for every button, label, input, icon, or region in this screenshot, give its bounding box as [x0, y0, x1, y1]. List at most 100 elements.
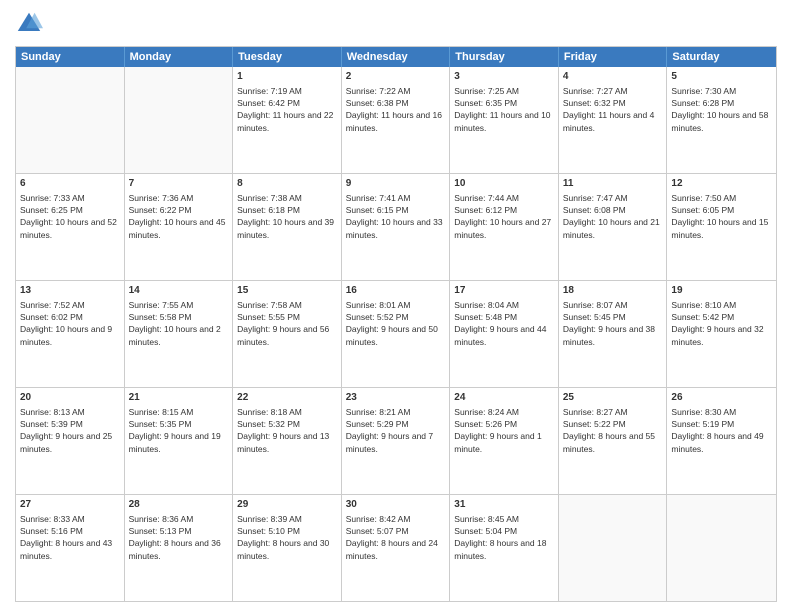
- cal-cell: 31 Sunrise: 8:45 AM Sunset: 5:04 PM Dayli…: [450, 495, 559, 601]
- cal-cell: [559, 495, 668, 601]
- cal-cell: 27 Sunrise: 8:33 AM Sunset: 5:16 PM Dayli…: [16, 495, 125, 601]
- sun-info: Sunrise: 8:01 AM Sunset: 5:52 PM Dayligh…: [346, 300, 438, 347]
- sun-info: Sunrise: 8:24 AM Sunset: 5:26 PM Dayligh…: [454, 407, 541, 454]
- sun-info: Sunrise: 7:22 AM Sunset: 6:38 PM Dayligh…: [346, 86, 442, 133]
- cal-cell: 3 Sunrise: 7:25 AM Sunset: 6:35 PM Daylig…: [450, 67, 559, 173]
- day-number: 19: [671, 284, 772, 298]
- calendar-header: SundayMondayTuesdayWednesdayThursdayFrid…: [16, 47, 776, 67]
- day-number: 13: [20, 284, 120, 298]
- cal-cell: 12Sunrise: 7:50 AM Sunset: 6:05 PM Dayli…: [667, 174, 776, 280]
- cal-cell: 28Sunrise: 8:36 AM Sunset: 5:13 PM Dayli…: [125, 495, 234, 601]
- day-number: 20: [20, 391, 120, 405]
- day-number: 22: [237, 391, 337, 405]
- day-number: 21: [129, 391, 229, 405]
- sun-info: Sunrise: 8:42 AM Sunset: 5:07 PM Dayligh…: [346, 514, 438, 561]
- week-row-2: 13 Sunrise: 7:52 AM Sunset: 6:02 PM Dayli…: [16, 281, 776, 388]
- day-number: 26: [671, 391, 772, 405]
- sun-info: Sunrise: 7:38 AM Sunset: 6:18 PM Dayligh…: [237, 193, 334, 240]
- day-number: 15: [237, 284, 337, 298]
- cal-cell: [125, 67, 234, 173]
- day-number: 1: [237, 70, 337, 84]
- sun-info: Sunrise: 7:19 AM Sunset: 6:42 PM Dayligh…: [237, 86, 333, 133]
- calendar: SundayMondayTuesdayWednesdayThursdayFrid…: [15, 46, 777, 602]
- day-number: 11: [563, 177, 663, 191]
- cal-cell: 22 Sunrise: 8:18 AM Sunset: 5:32 PM Dayli…: [233, 388, 342, 494]
- day-number: 23: [346, 391, 446, 405]
- day-number: 27: [20, 498, 120, 512]
- cal-cell: 10Sunrise: 7:44 AM Sunset: 6:12 PM Dayli…: [450, 174, 559, 280]
- header: [15, 10, 777, 38]
- cal-cell: 26 Sunrise: 8:30 AM Sunset: 5:19 PM Dayli…: [667, 388, 776, 494]
- day-number: 3: [454, 70, 554, 84]
- sun-info: Sunrise: 8:15 AM Sunset: 5:35 PM Dayligh…: [129, 407, 221, 454]
- day-number: 16: [346, 284, 446, 298]
- sun-info: Sunrise: 8:13 AM Sunset: 5:39 PM Dayligh…: [20, 407, 112, 454]
- cal-cell: [667, 495, 776, 601]
- sun-info: Sunrise: 7:47 AM Sunset: 6:08 PM Dayligh…: [563, 193, 660, 240]
- sun-info: Sunrise: 7:55 AM Sunset: 5:58 PM Dayligh…: [129, 300, 221, 347]
- week-row-3: 20 Sunrise: 8:13 AM Sunset: 5:39 PM Dayli…: [16, 388, 776, 495]
- day-number: 6: [20, 177, 120, 191]
- day-number: 24: [454, 391, 554, 405]
- sun-info: Sunrise: 8:30 AM Sunset: 5:19 PM Dayligh…: [671, 407, 763, 454]
- day-header-monday: Monday: [125, 47, 234, 67]
- day-number: 10: [454, 177, 554, 191]
- day-number: 31: [454, 498, 554, 512]
- page: SundayMondayTuesdayWednesdayThursdayFrid…: [0, 0, 792, 612]
- week-row-1: 6 Sunrise: 7:33 AM Sunset: 6:25 PM Daylig…: [16, 174, 776, 281]
- day-header-tuesday: Tuesday: [233, 47, 342, 67]
- day-number: 28: [129, 498, 229, 512]
- sun-info: Sunrise: 8:33 AM Sunset: 5:16 PM Dayligh…: [20, 514, 112, 561]
- cal-cell: 14Sunrise: 7:55 AM Sunset: 5:58 PM Dayli…: [125, 281, 234, 387]
- sun-info: Sunrise: 7:41 AM Sunset: 6:15 PM Dayligh…: [346, 193, 443, 240]
- calendar-body: 1 Sunrise: 7:19 AM Sunset: 6:42 PM Daylig…: [16, 67, 776, 601]
- cal-cell: 18 Sunrise: 8:07 AM Sunset: 5:45 PM Dayli…: [559, 281, 668, 387]
- cal-cell: 16 Sunrise: 8:01 AM Sunset: 5:52 PM Dayli…: [342, 281, 451, 387]
- cal-cell: 29Sunrise: 8:39 AM Sunset: 5:10 PM Dayli…: [233, 495, 342, 601]
- sun-info: Sunrise: 8:45 AM Sunset: 5:04 PM Dayligh…: [454, 514, 546, 561]
- sun-info: Sunrise: 8:07 AM Sunset: 5:45 PM Dayligh…: [563, 300, 655, 347]
- day-header-friday: Friday: [559, 47, 668, 67]
- sun-info: Sunrise: 7:30 AM Sunset: 6:28 PM Dayligh…: [671, 86, 768, 133]
- logo: [15, 10, 45, 38]
- day-number: 29: [237, 498, 337, 512]
- day-number: 4: [563, 70, 663, 84]
- sun-info: Sunrise: 8:04 AM Sunset: 5:48 PM Dayligh…: [454, 300, 546, 347]
- cal-cell: 4 Sunrise: 7:27 AM Sunset: 6:32 PM Daylig…: [559, 67, 668, 173]
- sun-info: Sunrise: 7:52 AM Sunset: 6:02 PM Dayligh…: [20, 300, 112, 347]
- cal-cell: 25Sunrise: 8:27 AM Sunset: 5:22 PM Dayli…: [559, 388, 668, 494]
- cal-cell: 6 Sunrise: 7:33 AM Sunset: 6:25 PM Daylig…: [16, 174, 125, 280]
- day-header-thursday: Thursday: [450, 47, 559, 67]
- cal-cell: 17Sunrise: 8:04 AM Sunset: 5:48 PM Dayli…: [450, 281, 559, 387]
- day-number: 8: [237, 177, 337, 191]
- cal-cell: 15 Sunrise: 7:58 AM Sunset: 5:55 PM Dayli…: [233, 281, 342, 387]
- day-number: 5: [671, 70, 772, 84]
- cal-cell: 23Sunrise: 8:21 AM Sunset: 5:29 PM Dayli…: [342, 388, 451, 494]
- cal-cell: 20 Sunrise: 8:13 AM Sunset: 5:39 PM Dayli…: [16, 388, 125, 494]
- sun-info: Sunrise: 7:36 AM Sunset: 6:22 PM Dayligh…: [129, 193, 226, 240]
- day-number: 7: [129, 177, 229, 191]
- sun-info: Sunrise: 7:27 AM Sunset: 6:32 PM Dayligh…: [563, 86, 655, 133]
- cal-cell: 21 Sunrise: 8:15 AM Sunset: 5:35 PM Dayli…: [125, 388, 234, 494]
- day-number: 9: [346, 177, 446, 191]
- day-number: 25: [563, 391, 663, 405]
- cal-cell: 2Sunrise: 7:22 AM Sunset: 6:38 PM Daylig…: [342, 67, 451, 173]
- day-header-wednesday: Wednesday: [342, 47, 451, 67]
- cal-cell: 13 Sunrise: 7:52 AM Sunset: 6:02 PM Dayli…: [16, 281, 125, 387]
- cal-cell: 11 Sunrise: 7:47 AM Sunset: 6:08 PM Dayli…: [559, 174, 668, 280]
- cal-cell: 30 Sunrise: 8:42 AM Sunset: 5:07 PM Dayli…: [342, 495, 451, 601]
- sun-info: Sunrise: 7:50 AM Sunset: 6:05 PM Dayligh…: [671, 193, 768, 240]
- cal-cell: 1 Sunrise: 7:19 AM Sunset: 6:42 PM Daylig…: [233, 67, 342, 173]
- sun-info: Sunrise: 7:25 AM Sunset: 6:35 PM Dayligh…: [454, 86, 550, 133]
- logo-icon: [15, 10, 43, 38]
- sun-info: Sunrise: 7:58 AM Sunset: 5:55 PM Dayligh…: [237, 300, 329, 347]
- day-number: 30: [346, 498, 446, 512]
- day-header-sunday: Sunday: [16, 47, 125, 67]
- cal-cell: 9 Sunrise: 7:41 AM Sunset: 6:15 PM Daylig…: [342, 174, 451, 280]
- day-number: 18: [563, 284, 663, 298]
- sun-info: Sunrise: 7:33 AM Sunset: 6:25 PM Dayligh…: [20, 193, 117, 240]
- week-row-4: 27 Sunrise: 8:33 AM Sunset: 5:16 PM Dayli…: [16, 495, 776, 601]
- sun-info: Sunrise: 8:18 AM Sunset: 5:32 PM Dayligh…: [237, 407, 329, 454]
- day-header-saturday: Saturday: [667, 47, 776, 67]
- cal-cell: 5 Sunrise: 7:30 AM Sunset: 6:28 PM Daylig…: [667, 67, 776, 173]
